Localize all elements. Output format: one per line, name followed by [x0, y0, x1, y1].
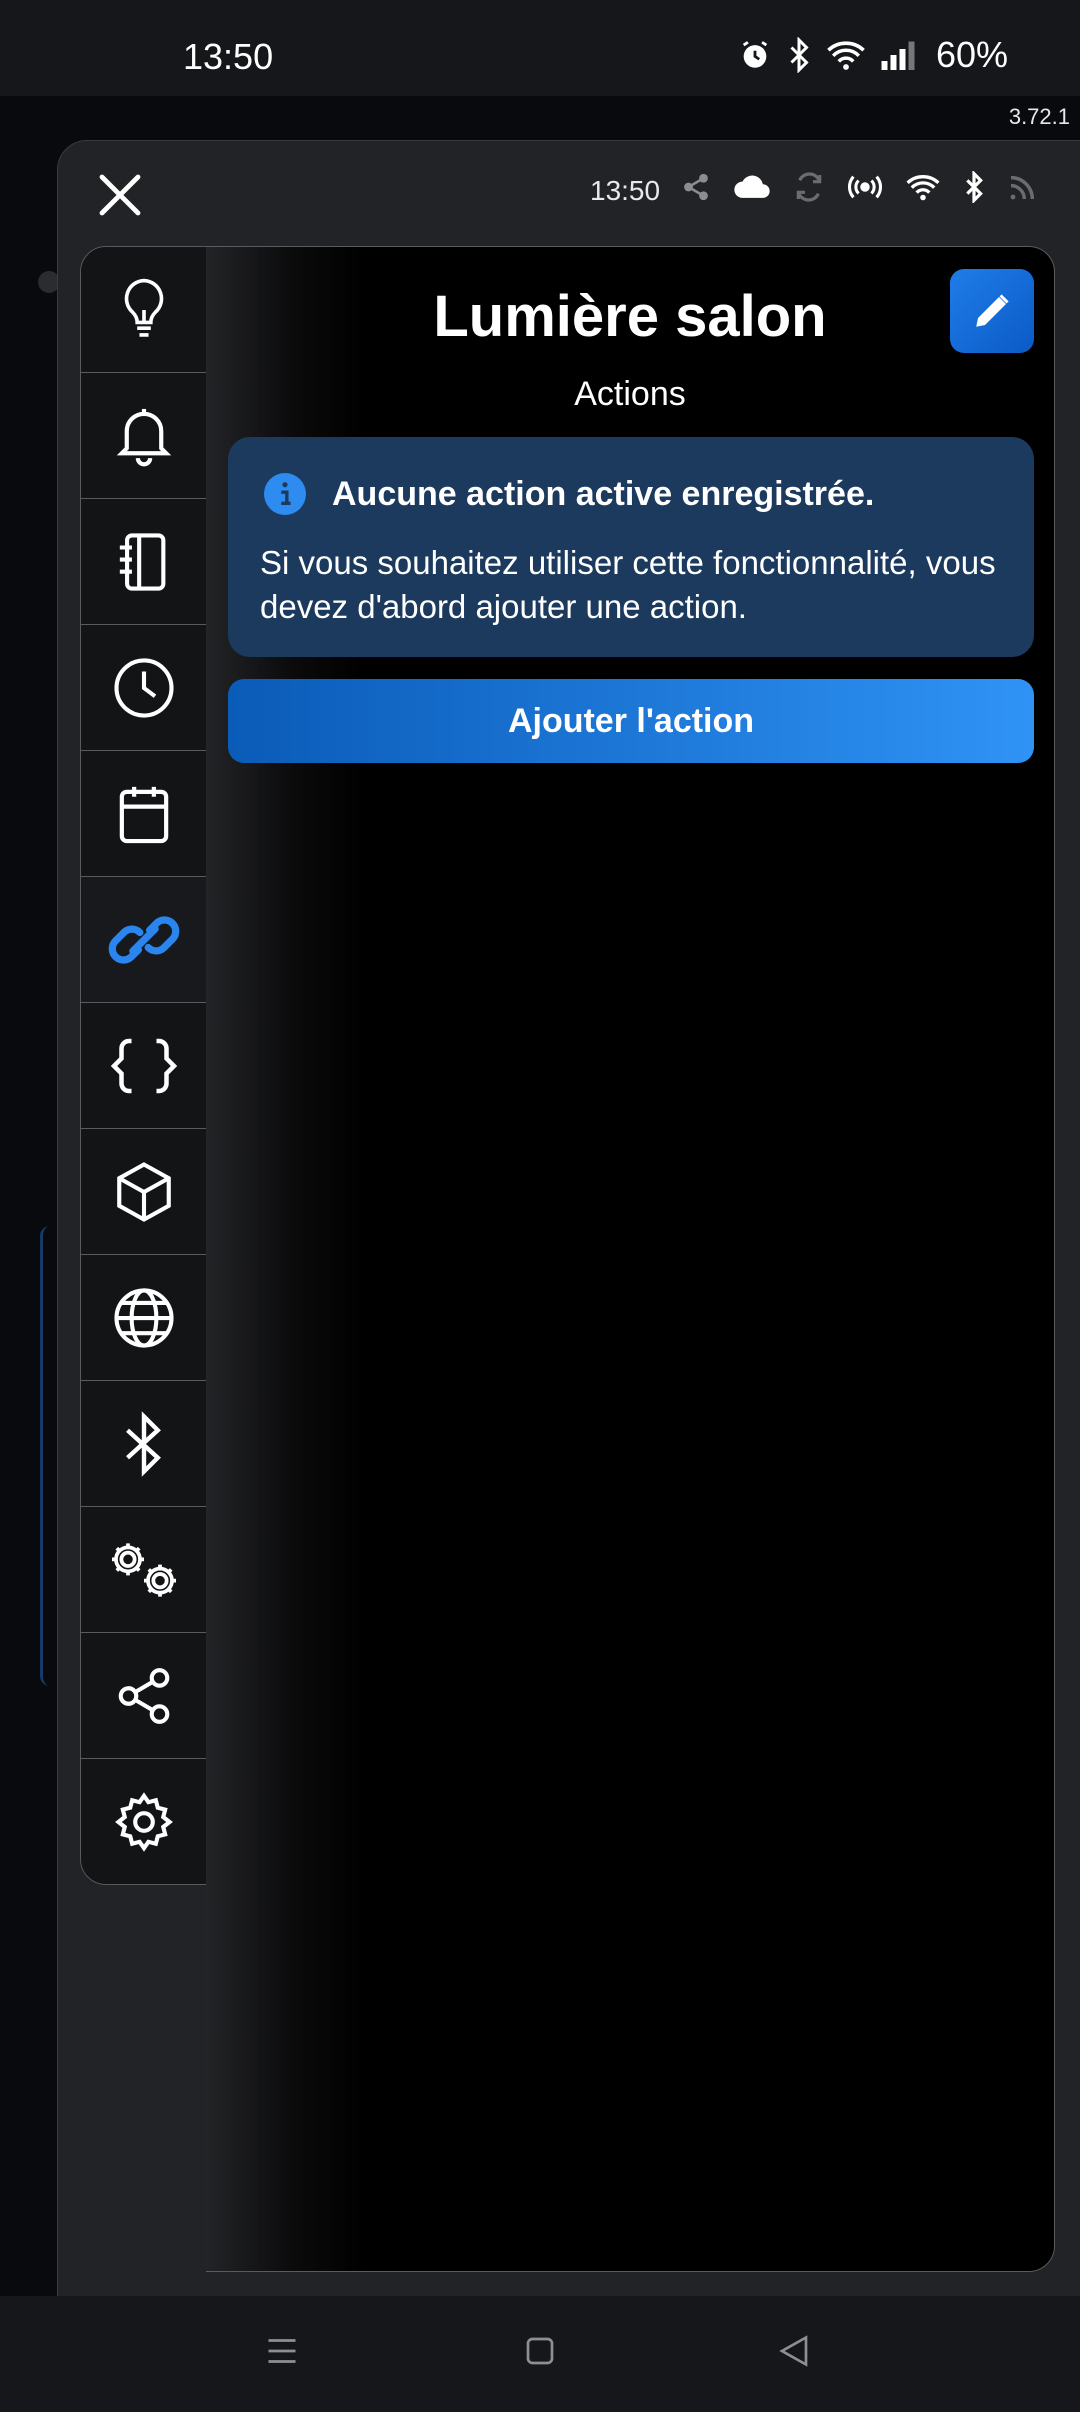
alert-message: Si vous souhaitez utiliser cette fonctio… [260, 544, 996, 625]
notebook-icon [119, 532, 166, 591]
system-status-icons: 60% [738, 34, 1008, 76]
sync-icon [793, 171, 825, 203]
sidebar-item-calendar[interactable] [81, 751, 207, 877]
rss-icon [1007, 171, 1039, 203]
pencil-icon [976, 294, 1009, 327]
broadcast-icon [847, 172, 883, 202]
system-navigation-bar [0, 2296, 1080, 2412]
share-icon [118, 1667, 170, 1724]
signal-icon [880, 40, 916, 70]
system-status-bar: 13:50 60% [0, 0, 1080, 96]
wifi-icon [905, 173, 941, 201]
link-icon [108, 915, 180, 964]
bell-icon [116, 408, 172, 466]
cloud-icon [733, 172, 771, 202]
info-alert: Aucune action active enregistrée. Si vou… [228, 437, 1034, 657]
actions-panel: Lumière salon Actions Aucune action acti… [206, 246, 1055, 2272]
bluetooth-icon [963, 171, 985, 203]
add-action-button[interactable]: Ajouter l'action [228, 679, 1034, 763]
sidebar-item-schedule[interactable] [81, 625, 207, 751]
sidebar-item-notebook[interactable] [81, 499, 207, 625]
dialog-status-icons [681, 171, 1039, 203]
sidebar-item-advanced[interactable] [81, 1507, 207, 1633]
sidebar-item-scripts[interactable] [81, 1003, 207, 1129]
clock-icon [114, 657, 174, 718]
sidebar-item-bluetooth[interactable] [81, 1381, 207, 1507]
alarm-icon [738, 38, 772, 72]
bluetooth-icon [126, 1410, 161, 1477]
sidebar-item-notifications[interactable] [81, 373, 207, 499]
globe-icon [114, 1287, 174, 1348]
dialog-clock: 13:50 [590, 175, 661, 206]
close-button[interactable] [96, 171, 144, 219]
alert-title: Aucune action active enregistrée. [332, 475, 875, 513]
bluetooth-icon [786, 37, 812, 73]
gears-icon [112, 1542, 176, 1597]
back-icon [779, 2335, 808, 2367]
app-version: 3.72.1 [1008, 104, 1070, 129]
lightbulb-icon [124, 278, 164, 337]
home-icon [526, 2337, 554, 2365]
sidebar-item-settings[interactable] [81, 1759, 207, 1884]
close-icon [99, 174, 141, 216]
calendar-icon [119, 786, 169, 843]
page-title: Lumière salon [433, 284, 827, 349]
home-button[interactable] [522, 2332, 558, 2375]
share-icon [681, 172, 711, 202]
sidebar-item-network[interactable] [81, 1255, 207, 1381]
sidebar-item-actions[interactable] [81, 877, 207, 1003]
recents-button[interactable] [264, 2332, 300, 2375]
braces-icon [110, 1038, 178, 1093]
sidebar [80, 246, 208, 1885]
wifi-icon [826, 39, 866, 71]
sidebar-item-share[interactable] [81, 1633, 207, 1759]
sidebar-item-modules[interactable] [81, 1129, 207, 1255]
menu-icon [268, 2339, 296, 2363]
cube-icon [117, 1161, 171, 1222]
system-clock: 13:50 [183, 36, 274, 77]
battery-level: 60% [935, 34, 1008, 75]
settings-icon [115, 1791, 173, 1852]
section-subtitle: Actions [574, 375, 686, 413]
back-button[interactable] [776, 2332, 812, 2375]
info-icon [264, 473, 306, 515]
edit-button[interactable] [950, 269, 1034, 353]
sidebar-item-light[interactable] [81, 247, 207, 373]
